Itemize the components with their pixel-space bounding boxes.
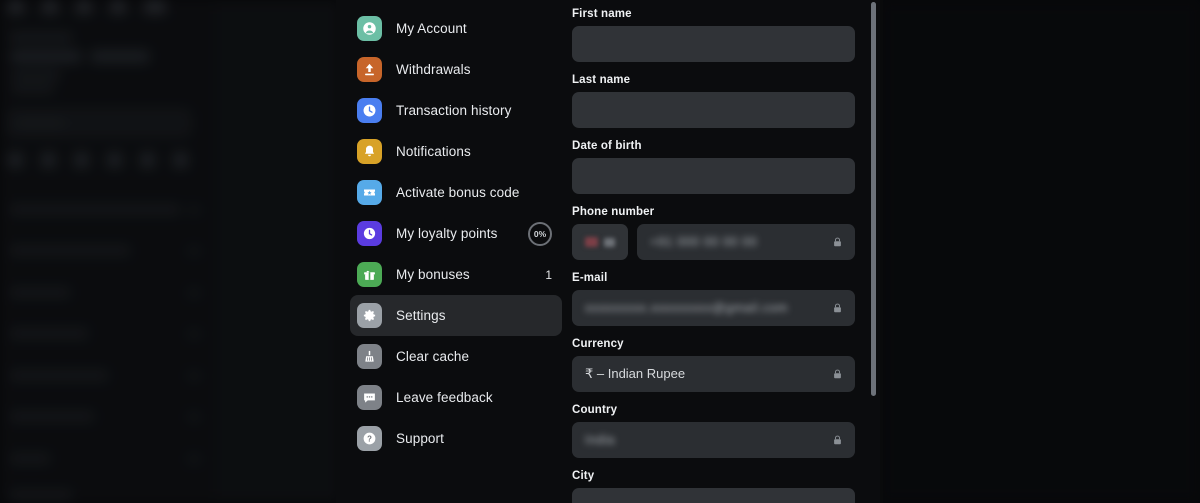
loyalty-clock-icon (357, 221, 382, 246)
country-input: India (572, 422, 855, 458)
phone-row: +91 000 00 00 00 (572, 224, 855, 260)
account-menu: My Account Withdrawals Transaction histo… (336, 0, 572, 503)
drawer-scrollbar[interactable] (871, 2, 876, 396)
settings-form: First name Last name Date of birth Phone… (572, 0, 881, 503)
menu-item-label: My bonuses (396, 267, 470, 282)
menu-item-settings[interactable]: Settings (350, 295, 562, 336)
menu-item-label: Withdrawals (396, 62, 471, 77)
drawer-right-edge (880, 0, 883, 503)
country-flag-icon (585, 237, 598, 247)
country-code-text (604, 237, 615, 247)
field-currency: Currency ₹ – Indian Rupee (572, 338, 855, 392)
field-phone-number: Phone number +91 000 00 00 00 (572, 206, 855, 260)
bonuses-count-badge: 1 (545, 267, 552, 282)
svg-text:?: ? (367, 434, 372, 443)
ticket-star-icon (357, 180, 382, 205)
field-label: Country (572, 404, 618, 416)
field-date-of-birth: Date of birth (572, 140, 855, 194)
menu-item-label: Support (396, 431, 444, 446)
field-email: E-mail xxxxxxxxx.xxxxxxxxx@gmail.com (572, 272, 855, 326)
menu-item-my-bonuses[interactable]: My bonuses 1 (350, 254, 562, 295)
lock-icon (834, 237, 841, 247)
menu-item-my-account[interactable]: My Account (350, 8, 562, 49)
broom-icon (357, 344, 382, 369)
menu-item-leave-feedback[interactable]: Leave feedback (350, 377, 562, 418)
currency-input: ₹ – Indian Rupee (572, 356, 855, 392)
currency-value: ₹ – Indian Rupee (585, 366, 686, 381)
menu-item-transaction-history[interactable]: Transaction history (350, 90, 562, 131)
question-mark-icon: ? (357, 426, 382, 451)
field-label: Date of birth (572, 140, 642, 152)
menu-item-label: My loyalty points (396, 226, 498, 241)
field-label: City (572, 470, 595, 482)
country-value: India (585, 433, 616, 447)
menu-item-notifications[interactable]: Notifications (350, 131, 562, 172)
menu-item-label: Leave feedback (396, 390, 493, 405)
country-code-selector[interactable] (572, 224, 628, 260)
person-circle-icon (357, 16, 382, 41)
bell-icon (357, 139, 382, 164)
field-country: Country India (572, 404, 855, 458)
field-label: Phone number (572, 206, 655, 218)
screen-root: My Account Withdrawals Transaction histo… (0, 0, 1200, 503)
menu-item-clear-cache[interactable]: Clear cache (350, 336, 562, 377)
gear-icon (357, 303, 382, 328)
loyalty-progress-value: 0% (528, 221, 552, 246)
upload-arrow-icon (357, 57, 382, 82)
email-input: xxxxxxxxx.xxxxxxxxx@gmail.com (572, 290, 855, 326)
menu-item-label: Transaction history (396, 103, 512, 118)
city-input[interactable] (572, 488, 855, 503)
field-label: Last name (572, 74, 631, 86)
field-last-name: Last name (572, 74, 855, 128)
menu-item-label: Notifications (396, 144, 471, 159)
field-city: City (572, 470, 855, 503)
last-name-input[interactable] (572, 92, 855, 128)
loyalty-progress-badge: 0% (528, 221, 552, 246)
menu-item-label: Settings (396, 308, 446, 323)
lock-icon (834, 303, 841, 313)
menu-item-support[interactable]: ? Support (350, 418, 562, 459)
first-name-input[interactable] (572, 26, 855, 62)
phone-number-value: +91 000 00 00 00 (650, 235, 758, 249)
field-label: Currency (572, 338, 624, 350)
menu-item-my-loyalty-points[interactable]: My loyalty points 0% (350, 213, 562, 254)
field-label: E-mail (572, 272, 608, 284)
lock-icon (834, 369, 841, 379)
clock-icon (357, 98, 382, 123)
menu-item-label: Clear cache (396, 349, 470, 364)
email-value: xxxxxxxxx.xxxxxxxxx@gmail.com (585, 301, 789, 315)
phone-number-input: +91 000 00 00 00 (637, 224, 855, 260)
menu-item-label: My Account (396, 21, 467, 36)
menu-item-label: Activate bonus code (396, 185, 520, 200)
date-of-birth-input[interactable] (572, 158, 855, 194)
lock-icon (834, 435, 841, 445)
chat-bubble-icon (357, 385, 382, 410)
menu-item-withdrawals[interactable]: Withdrawals (350, 49, 562, 90)
menu-item-activate-bonus-code[interactable]: Activate bonus code (350, 172, 562, 213)
gift-icon (357, 262, 382, 287)
field-label: First name (572, 8, 632, 20)
account-drawer: My Account Withdrawals Transaction histo… (336, 0, 881, 503)
field-first-name: First name (572, 8, 855, 62)
